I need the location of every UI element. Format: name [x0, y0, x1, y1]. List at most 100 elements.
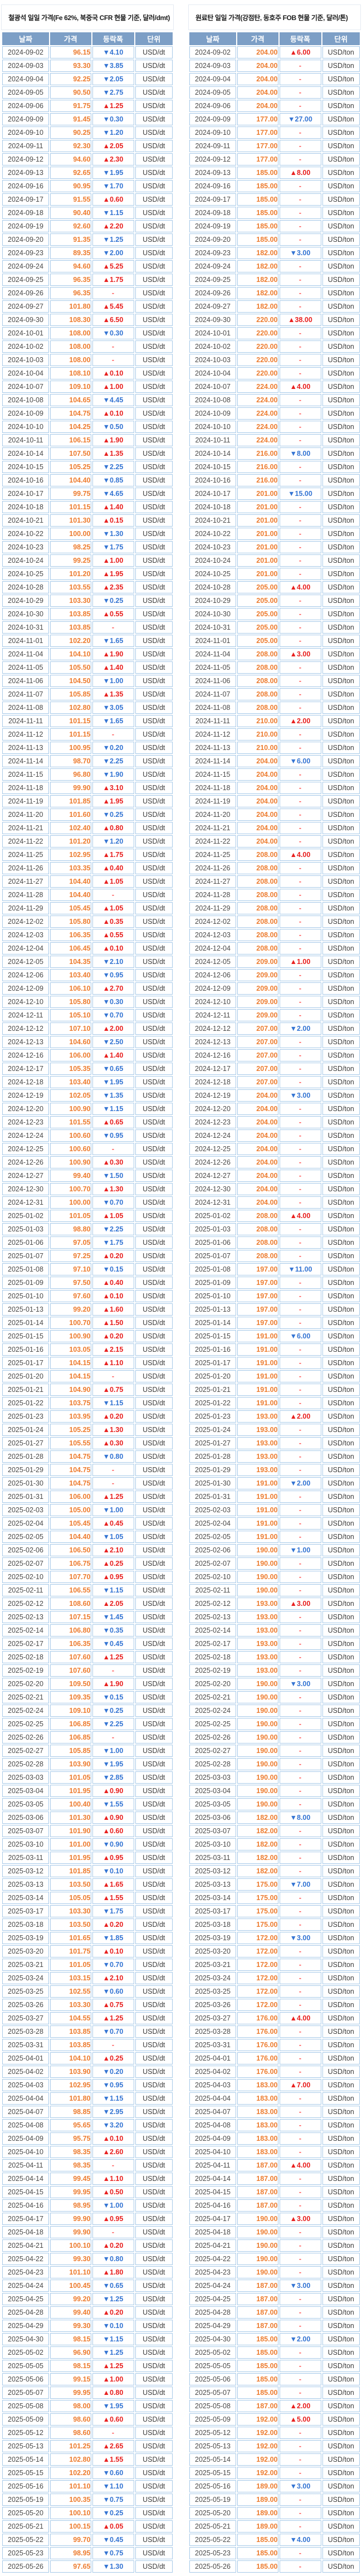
unit-cell: USD/dt — [135, 1424, 173, 1436]
unit-cell: USD/ton — [322, 528, 360, 540]
date-cell: 2024-09-10 — [189, 126, 236, 139]
price-cell: 91.75 — [50, 100, 91, 112]
unit-cell: USD/ton — [322, 2146, 360, 2158]
change-cell: ▼1.75 — [92, 1236, 134, 1249]
unit-cell: USD/dt — [135, 2547, 173, 2559]
change-cell: - — [92, 287, 134, 299]
price-cell: 207.00 — [237, 1036, 278, 1048]
change-cell: - — [280, 1424, 321, 1436]
table-row: 2024-11-18204.00-USD/ton — [189, 782, 360, 794]
date-cell: 2025-03-10 — [189, 1838, 236, 1851]
price-cell: 98.70 — [50, 755, 91, 767]
table-row: 2025-04-1098.35▲2.60USD/dt — [2, 2146, 173, 2158]
table-row: 2024-11-11101.15▼1.65USD/dt — [2, 715, 173, 727]
date-cell: 2024-12-23 — [189, 1116, 236, 1128]
date-cell: 2024-11-27 — [2, 875, 49, 888]
price-cell: 216.00 — [237, 447, 278, 460]
table-row: 2024-12-10209.00-USD/ton — [189, 996, 360, 1008]
unit-cell: USD/ton — [322, 1170, 360, 1182]
change-cell: ▲1.25 — [92, 100, 134, 112]
unit-cell: USD/dt — [135, 2186, 173, 2198]
date-cell: 2025-03-06 — [2, 1812, 49, 1824]
price-cell: 106.85 — [50, 1731, 91, 1744]
change-cell: - — [280, 782, 321, 794]
price-cell: 104.65 — [50, 394, 91, 406]
table-row: 2025-04-16187.00-USD/ton — [189, 2199, 360, 2212]
unit-cell: USD/dt — [135, 595, 173, 607]
unit-cell: USD/dt — [135, 407, 173, 420]
change-cell: ▲1.40 — [92, 1049, 134, 1061]
price-cell: 204.00 — [237, 1103, 278, 1115]
price-cell: 191.00 — [237, 1517, 278, 1530]
date-cell: 2025-05-21 — [2, 2520, 49, 2533]
change-cell: ▼3.05 — [92, 702, 134, 714]
change-cell: - — [280, 2293, 321, 2305]
unit-cell: USD/dt — [135, 2494, 173, 2506]
price-cell: 103.30 — [50, 1905, 91, 1917]
change-cell: ▼1.25 — [92, 233, 134, 246]
unit-cell: USD/ton — [322, 902, 360, 914]
table-row: 2024-10-04108.10▲0.10USD/dt — [2, 367, 173, 379]
unit-cell: USD/ton — [322, 541, 360, 553]
unit-cell: USD/dt — [135, 862, 173, 874]
table-row: 2024-11-1596.80▼1.90USD/dt — [2, 768, 173, 781]
date-cell: 2025-03-10 — [2, 1838, 49, 1851]
date-cell: 2025-03-31 — [189, 2039, 236, 2051]
table-row: 2024-12-30100.70▲1.30USD/dt — [2, 1183, 173, 1195]
table-row: 2025-02-24190.00-USD/ton — [189, 1705, 360, 1717]
date-cell: 2025-02-28 — [2, 1758, 49, 1770]
change-cell: ▲0.35 — [92, 916, 134, 928]
unit-cell: USD/ton — [322, 2306, 360, 2319]
price-cell: 105.45 — [50, 1517, 91, 1530]
table-row: 2024-09-1392.65▼1.95USD/dt — [2, 167, 173, 179]
change-cell: - — [280, 1691, 321, 1703]
unit-cell: USD/ton — [322, 1477, 360, 1489]
unit-cell: USD/ton — [322, 220, 360, 232]
unit-cell: USD/dt — [135, 2239, 173, 2252]
change-cell: ▼0.20 — [92, 2066, 134, 2078]
unit-cell: USD/ton — [322, 1892, 360, 1904]
table-row: 2025-03-12101.85▼0.10USD/dt — [2, 1865, 173, 1877]
table-row: 2025-01-30191.00▼2.00USD/ton — [189, 1477, 360, 1489]
table-row: 2024-09-05204.00-USD/ton — [189, 86, 360, 99]
price-cell: 98.35 — [50, 2159, 91, 2171]
price-cell: 208.00 — [237, 661, 278, 674]
change-cell: ▲2.15 — [92, 1343, 134, 1356]
price-cell: 102.20 — [50, 2467, 91, 2479]
price-cell: 182.00 — [237, 1852, 278, 1864]
date-cell: 2025-01-13 — [189, 1303, 236, 1316]
unit-cell: USD/ton — [322, 568, 360, 580]
table-row: 2025-03-19101.65▼1.85USD/dt — [2, 1932, 173, 1944]
change-cell: - — [280, 2092, 321, 2105]
price-cell: 90.95 — [50, 180, 91, 192]
date-cell: 2024-10-14 — [2, 447, 49, 460]
table-row: 2025-04-09183.00-USD/ton — [189, 2132, 360, 2145]
price-cell: 183.00 — [237, 2132, 278, 2145]
table-row: 2025-05-09192.00▲5.00USD/ton — [189, 2413, 360, 2426]
unit-cell: USD/ton — [322, 2173, 360, 2185]
table-row: 2025-02-11106.55▼1.15USD/dt — [2, 1584, 173, 1596]
price-cell: 102.55 — [50, 1985, 91, 1998]
unit-cell: USD/ton — [322, 1959, 360, 1971]
change-cell: ▼1.15 — [92, 1397, 134, 1409]
table-row: 2024-12-24204.00-USD/ton — [189, 1129, 360, 1142]
change-cell: - — [280, 875, 321, 888]
unit-cell: USD/ton — [322, 1290, 360, 1302]
change-cell: - — [280, 1343, 321, 1356]
price-cell: 105.80 — [50, 996, 91, 1008]
table-row: 2025-04-18190.00-USD/ton — [189, 2226, 360, 2238]
date-cell: 2024-10-16 — [189, 474, 236, 486]
change-cell: - — [280, 1370, 321, 1382]
date-cell: 2024-12-27 — [189, 1170, 236, 1182]
date-cell: 2025-01-22 — [189, 1397, 236, 1409]
change-cell: - — [280, 822, 321, 834]
date-cell: 2024-12-31 — [189, 1196, 236, 1209]
date-cell: 2024-10-07 — [189, 381, 236, 393]
unit-cell: USD/ton — [322, 274, 360, 286]
change-cell: - — [280, 2025, 321, 2038]
table-row: 2025-02-20109.50▲1.90USD/dt — [2, 1678, 173, 1690]
date-cell: 2025-01-31 — [2, 1491, 49, 1503]
unit-cell: USD/ton — [322, 501, 360, 513]
price-cell: 205.00 — [237, 635, 278, 647]
change-cell: ▲1.10 — [92, 2173, 134, 2185]
